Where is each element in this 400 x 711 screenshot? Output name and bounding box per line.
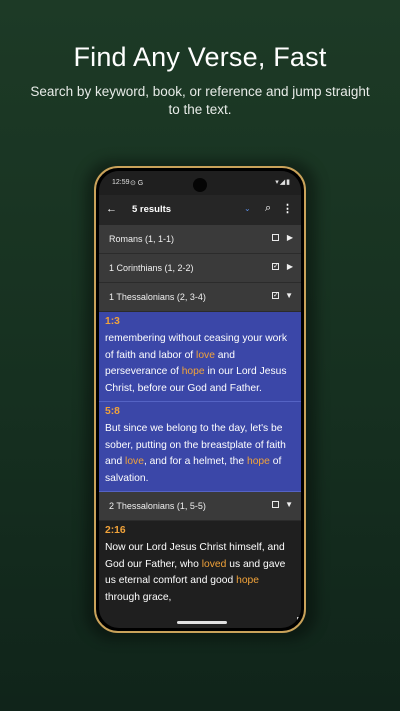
collapse-arrow-icon[interactable]: ▼ [285,500,293,509]
expand-arrow-icon[interactable]: ▶ [287,233,293,242]
camera-cutout [193,178,207,192]
group-label: 1 Corinthians (1, 2-2) [109,263,194,273]
search-match: hope [181,366,205,378]
group-header-1-thessalonians[interactable]: 1 Thessalonians (2, 3-4) ✓ ▼ [99,283,301,312]
search-match: hope [246,456,270,468]
search-icon[interactable]: ⌕ [265,202,271,215]
group-checkbox-checked[interactable]: ✓ [272,263,279,270]
expand-arrow-icon[interactable]: ▶ [287,262,293,271]
group-header-2-thessalonians[interactable]: 2 Thessalonians (1, 5-5) ▼ [99,491,301,521]
search-match: hope [236,575,260,587]
status-bar: 12:59 ⊙ G ▾◢▮ [99,171,301,195]
results-count-title: 5 results [132,204,172,215]
group-label: Romans (1, 1-1) [109,234,175,244]
more-options-icon[interactable]: ⋮ [282,202,293,215]
verse-item-1-3[interactable]: 1:3 remembering without ceasing your wor… [99,312,301,402]
results-list[interactable]: Romans (1, 1-1) ▶ 1 Corinthians (1, 2-2)… [99,225,301,614]
verse-reference: 5:8 [105,405,120,417]
home-gesture-bar[interactable] [177,621,227,624]
scrollbar[interactable] [297,617,301,628]
chevron-down-icon[interactable]: ⌄ [244,204,251,213]
group-checkbox[interactable] [272,500,279,508]
verse-text: Now our Lord Jesus Christ himself, and G… [105,541,286,604]
phone-frame: 12:59 ⊙ G ▾◢▮ ← 5 results ⌄ ⌕ ⋮ Romans (… [94,166,306,633]
group-label: 2 Thessalonians (1, 5-5) [109,500,206,511]
verse-item-2-16[interactable]: 2:16 Now our Lord Jesus Christ himself, … [99,520,301,610]
verse-reference: 2:16 [105,524,126,536]
search-match: love [125,456,144,468]
status-time: 12:59 [112,179,130,186]
group-label: 1 Thessalonians (2, 3-4) [109,292,206,302]
notification-icons: ⊙ G [130,180,144,187]
collapse-arrow-icon[interactable]: ▼ [285,291,293,300]
group-checkbox[interactable] [272,234,279,241]
verse-item-5-8[interactable]: 5:8 But since we belong to the day, let'… [99,401,301,492]
verse-text: But since we belong to the day, let's be… [105,422,286,485]
signal-battery-icons: ▾◢▮ [275,179,291,186]
search-match: loved [201,558,227,570]
group-checkbox-checked[interactable]: ✓ [272,292,279,299]
app-bar: ← 5 results ⌄ ⌕ ⋮ [99,195,301,225]
promo-title: Find Any Verse, Fast [73,42,327,72]
phone-screen: 12:59 ⊙ G ▾◢▮ ← 5 results ⌄ ⌕ ⋮ Romans (… [99,171,301,628]
verse-text: remembering without ceasing your work of… [105,332,287,395]
group-header-romans[interactable]: Romans (1, 1-1) ▶ [99,225,301,254]
promo-subtitle: Search by keyword, book, or reference an… [30,84,370,117]
search-match: love [196,349,215,361]
back-arrow-icon[interactable]: ← [106,203,117,215]
verse-reference: 1:3 [105,316,120,327]
group-header-1-corinthians[interactable]: 1 Corinthians (1, 2-2) ✓ ▶ [99,254,301,283]
